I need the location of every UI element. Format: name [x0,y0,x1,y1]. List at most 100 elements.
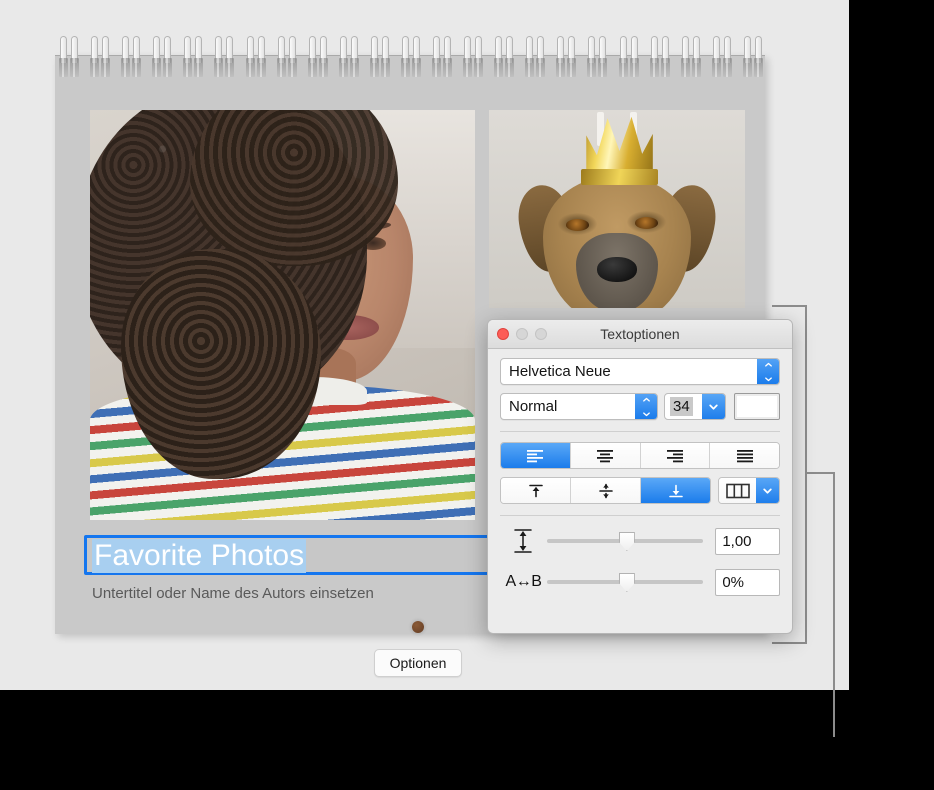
calendar-title-text: Favorite Photos [92,539,306,573]
font-style-select[interactable]: Normal [500,393,658,420]
binding-coil [183,36,192,81]
callout-bracket [770,295,934,755]
binding-coil [723,36,732,81]
valign-bottom-icon [666,483,686,499]
options-button[interactable]: Optionen [374,649,462,677]
binding-coil [370,36,379,81]
binding-coil [214,36,223,81]
valign-top-button[interactable] [501,478,571,503]
chevron-down-icon [764,373,773,382]
chevron-down-icon [642,408,651,417]
text-columns-button[interactable] [718,477,780,504]
dialog-title: Textoptionen [488,326,792,342]
coil-foot [350,58,359,77]
font-size-input[interactable]: 34 [664,393,726,420]
coil-foot [101,58,110,77]
font-family-row: Helvetica Neue [500,358,780,385]
coil-foot [432,58,441,77]
line-spacing-knob[interactable] [619,532,635,551]
character-spacing-value[interactable]: 0% [715,569,780,596]
coil-foot [90,58,99,77]
coil-foot [743,58,752,77]
line-spacing-value[interactable]: 1,00 [715,528,780,555]
line-spacing-slider[interactable] [547,531,703,551]
coil-foot [381,58,390,77]
binding-coil [319,36,328,81]
coil-foot [277,58,286,77]
align-justify-icon [735,449,755,463]
valign-bottom-button[interactable] [641,478,710,503]
dog-eye-left [566,219,589,231]
valign-middle-button[interactable] [571,478,641,503]
columns-icon [726,483,750,499]
font-size-value: 34 [670,397,693,416]
character-spacing-slider[interactable] [547,572,703,592]
align-center-button[interactable] [571,443,641,468]
coil-foot [225,58,234,77]
align-right-button[interactable] [641,443,711,468]
photo-dog-with-crown[interactable] [489,110,745,308]
coil-foot [194,58,203,77]
align-left-button[interactable] [501,443,571,468]
binding-coil [70,36,79,81]
coil-foot [505,58,514,77]
binding-coil [567,36,576,81]
coil-foot [121,58,130,77]
binding-coil [412,36,421,81]
paragraph-alignment-row [500,442,780,469]
coil-foot [692,58,701,77]
binding-coil [525,36,534,81]
binding-coil [536,36,545,81]
chevron-down-icon [762,485,773,496]
calendar-subtitle-placeholder[interactable]: Untertitel oder Name des Autors einsetze… [92,585,374,602]
coil-foot [257,58,266,77]
coil-foot [246,58,255,77]
binding-coil [381,36,390,81]
coil-foot [587,58,596,77]
binding-coil [90,36,99,81]
coil-foot [308,58,317,77]
binding-coil [152,36,161,81]
binding-coil [121,36,130,81]
coil-foot [494,58,503,77]
text-columns-dropdown[interactable] [756,478,779,503]
coil-foot [163,58,172,77]
text-color-swatch[interactable] [734,393,780,420]
coil-foot [401,58,410,77]
character-spacing-knob[interactable] [619,573,635,592]
coil-foot [288,58,297,77]
text-options-dialog[interactable]: Textoptionen Helvetica Neue Normal [487,319,793,634]
binding-coil [650,36,659,81]
coil-foot [754,58,763,77]
character-spacing-icon: A↔B [506,573,542,591]
spiral-wire-binding [55,36,770,81]
binding-coil [630,36,639,81]
coil-foot [681,58,690,77]
dialog-divider-top [500,431,780,432]
dialog-title-bar[interactable]: Textoptionen [488,320,792,349]
character-spacing-row: A↔B 0% [500,567,780,597]
paragraph-alignment-group [500,442,780,469]
gold-crown-band [581,169,658,185]
align-justify-button[interactable] [710,443,779,468]
coil-foot [536,58,545,77]
binding-coil [556,36,565,81]
coil-foot [474,58,483,77]
dog-nose [597,257,638,283]
font-style-stepper[interactable] [635,394,657,419]
binding-coil [619,36,628,81]
photo-portrait-curly-hair[interactable] [90,110,475,520]
font-family-label: Helvetica Neue [501,363,611,380]
font-size-dropdown[interactable] [702,394,725,419]
coil-foot [412,58,421,77]
font-family-stepper[interactable] [757,359,779,384]
binding-coil [132,36,141,81]
font-family-select[interactable]: Helvetica Neue [500,358,780,385]
coil-foot [370,58,379,77]
coil-foot [598,58,607,77]
portrait-hair-top [190,110,398,266]
coil-foot [712,58,721,77]
binding-coil [743,36,752,81]
align-center-icon [595,449,615,463]
coil-foot [152,58,161,77]
